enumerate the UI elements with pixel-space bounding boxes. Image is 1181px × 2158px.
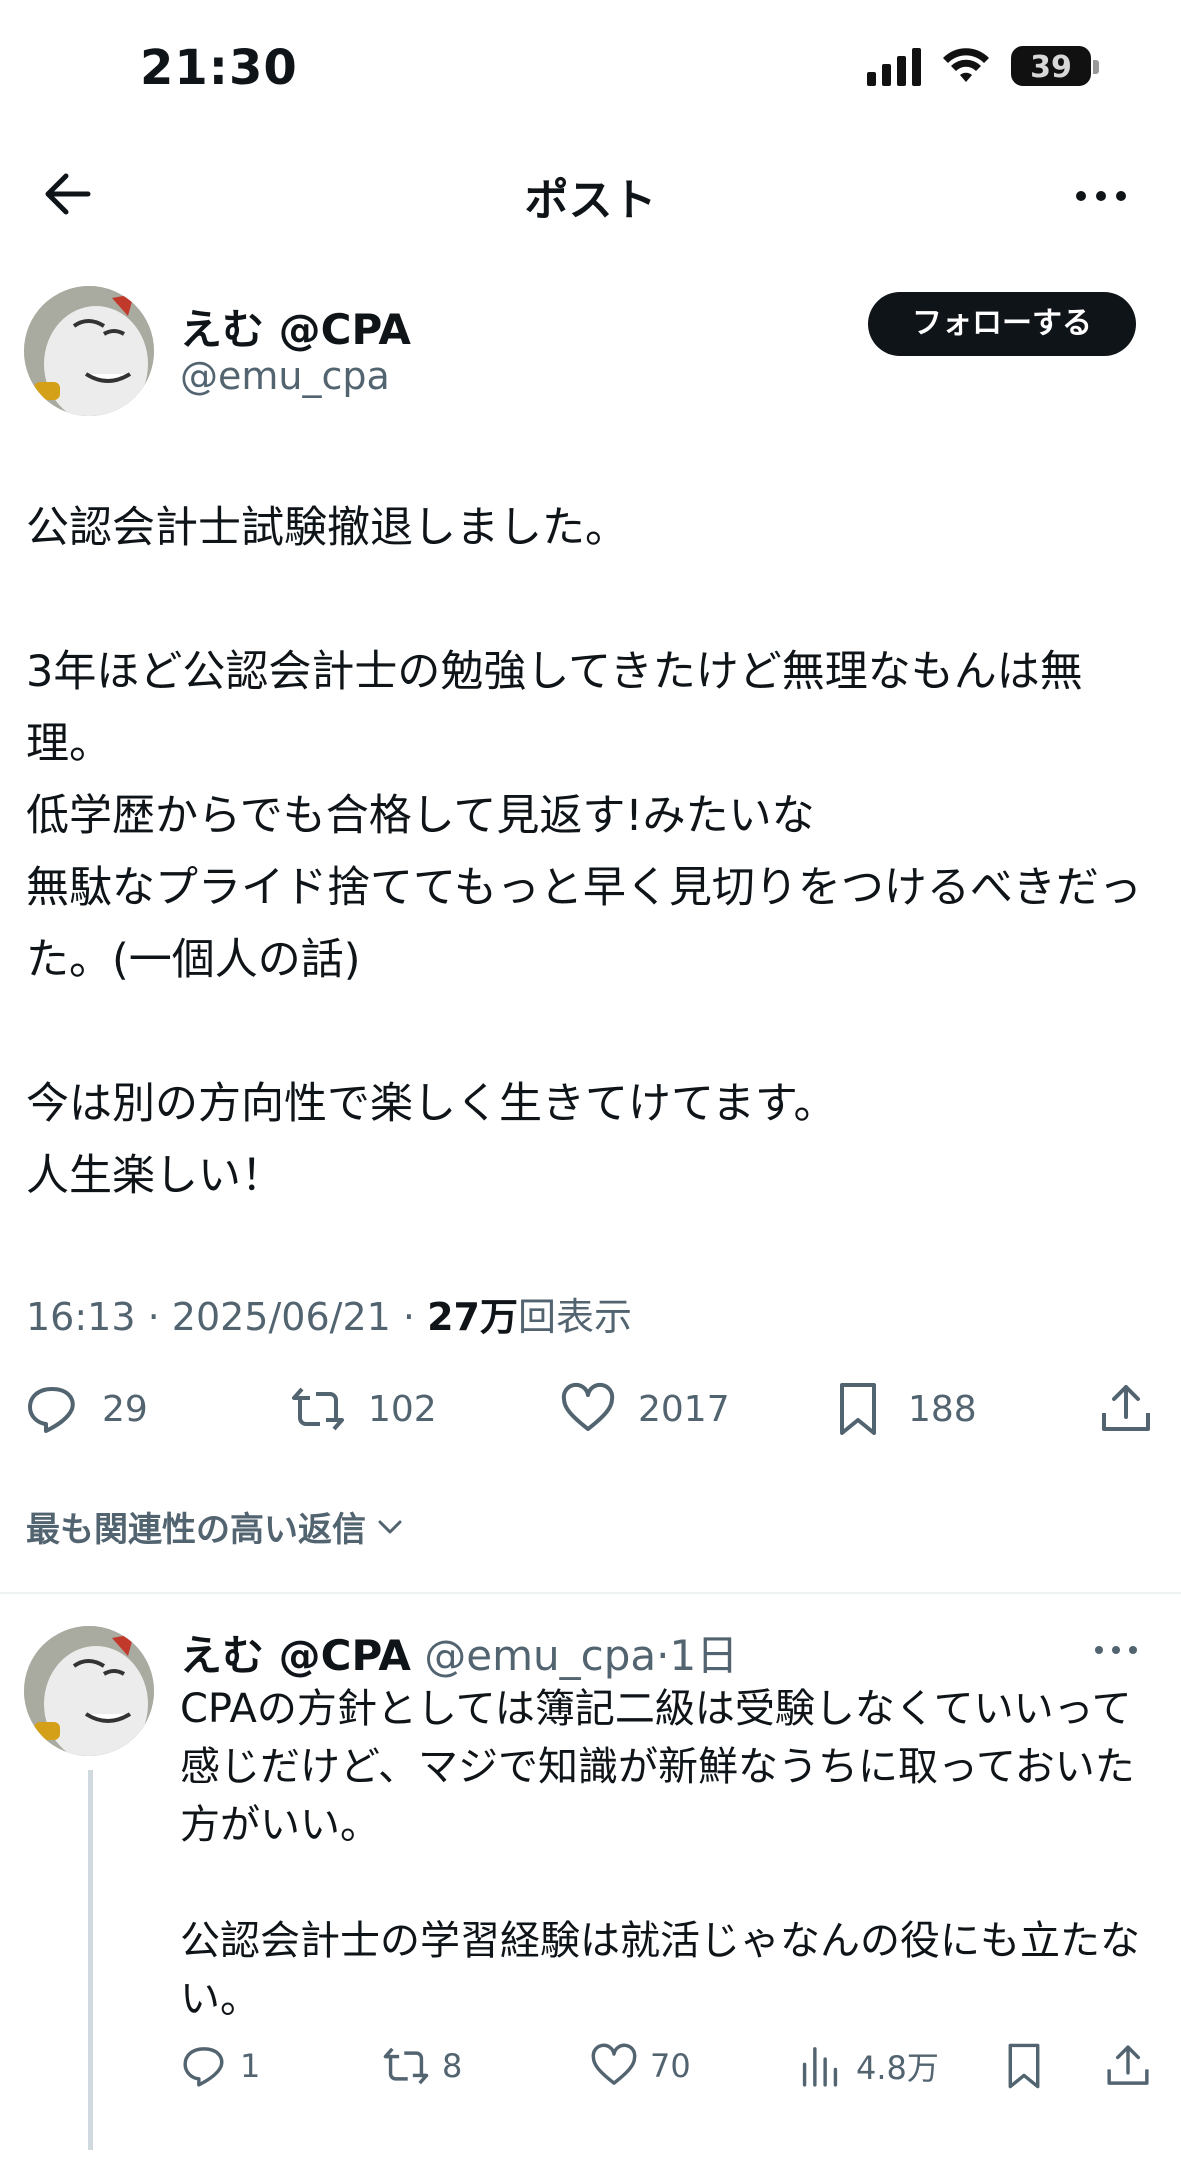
more-icon[interactable] <box>1071 176 1131 216</box>
heart-icon <box>591 2043 637 2085</box>
reply-repost-button[interactable]: 8 <box>382 2036 462 2096</box>
post-meta: 16:13 · 2025/06/21 · 27万回表示 <box>26 1295 632 1339</box>
wifi-icon <box>943 48 989 82</box>
reply-repost-count: 8 <box>442 2047 463 2085</box>
battery-level: 39 <box>1030 50 1072 85</box>
bookmark-icon <box>1008 2043 1040 2089</box>
repost-count: 102 <box>368 1388 437 1430</box>
reply-share-button[interactable] <box>1104 2036 1152 2096</box>
more-icon[interactable] <box>1091 1640 1141 1660</box>
reply-button[interactable]: 29 <box>24 1376 148 1442</box>
reply-bookmark-button[interactable] <box>1000 2036 1048 2096</box>
replies-sort-dropdown[interactable]: 最も関連性の高い返信 <box>26 1502 406 1551</box>
reply-count: 29 <box>102 1388 148 1430</box>
author-name[interactable]: えむ @CPA <box>180 296 411 357</box>
reply-views-count: 4.8万 <box>856 2049 939 2087</box>
post-time[interactable]: 16:13 <box>26 1295 136 1339</box>
reply-views-button[interactable]: 4.8万 <box>796 2036 939 2096</box>
avatar[interactable] <box>24 286 154 416</box>
reply-icon <box>28 1387 75 1433</box>
views-label: 回表示 <box>517 1295 632 1339</box>
reply-author-handle[interactable]: @emu_cpa <box>424 1631 656 1680</box>
follow-button[interactable]: フォローする <box>868 292 1136 356</box>
reply-text: CPAの方針としては簿記二級は受験しなくていいって感じだけど、マジで知識が新鮮な… <box>180 1686 1140 2022</box>
repost-button[interactable]: 102 <box>290 1376 437 1442</box>
status-bar: 21:30 39 <box>0 0 1181 140</box>
repost-icon <box>292 1387 344 1431</box>
reply-author-name[interactable]: えむ @CPA <box>180 1631 411 1680</box>
views-count: 27万 <box>427 1295 518 1339</box>
nav-bar: ポスト <box>0 140 1181 250</box>
reply-reply-count: 1 <box>240 2047 261 2085</box>
author-handle[interactable]: @emu_cpa <box>180 354 390 398</box>
bookmark-icon <box>840 1383 876 1435</box>
reply-reply-button[interactable]: 1 <box>180 2036 260 2096</box>
replies-sort-label: 最も関連性の高い返信 <box>26 1510 366 1550</box>
post-text: 公認会計士試験撤退しました。 3年ほど公認会計士の勉強してきたけど無理なもんは無… <box>26 503 1142 1201</box>
heart-icon <box>561 1382 615 1431</box>
status-icons: 39 <box>867 46 1099 86</box>
reply-action-bar: 1 8 70 4.8万 <box>0 2036 1181 2096</box>
reply-icon <box>183 2047 224 2087</box>
status-time: 21:30 <box>140 40 298 96</box>
reply-like-button[interactable]: 70 <box>590 2036 691 2096</box>
reply-header: えむ @CPA @emu_cpa·1日 <box>180 1631 739 1680</box>
reply-age[interactable]: 1日 <box>669 1631 738 1680</box>
share-icon <box>1102 1385 1150 1431</box>
page-title: ポスト <box>524 175 657 226</box>
post-action-bar: 29 102 2017 188 <box>0 1376 1181 1442</box>
bookmark-button[interactable]: 188 <box>830 1376 977 1442</box>
like-count: 2017 <box>638 1388 730 1430</box>
signal-icon <box>867 46 921 86</box>
share-button[interactable] <box>1098 1376 1154 1442</box>
chevron-down-icon <box>378 1520 402 1533</box>
battery-icon: 39 <box>1011 46 1099 86</box>
post-date[interactable]: 2025/06/21 <box>172 1295 391 1339</box>
bookmark-count: 188 <box>908 1388 977 1430</box>
share-icon <box>1107 2045 1149 2085</box>
reply-avatar[interactable] <box>24 1626 154 1756</box>
like-button[interactable]: 2017 <box>560 1376 730 1442</box>
reply-like-count: 70 <box>650 2047 691 2085</box>
analytics-icon <box>802 2047 838 2087</box>
repost-icon <box>383 2047 429 2085</box>
divider <box>0 1592 1181 1594</box>
